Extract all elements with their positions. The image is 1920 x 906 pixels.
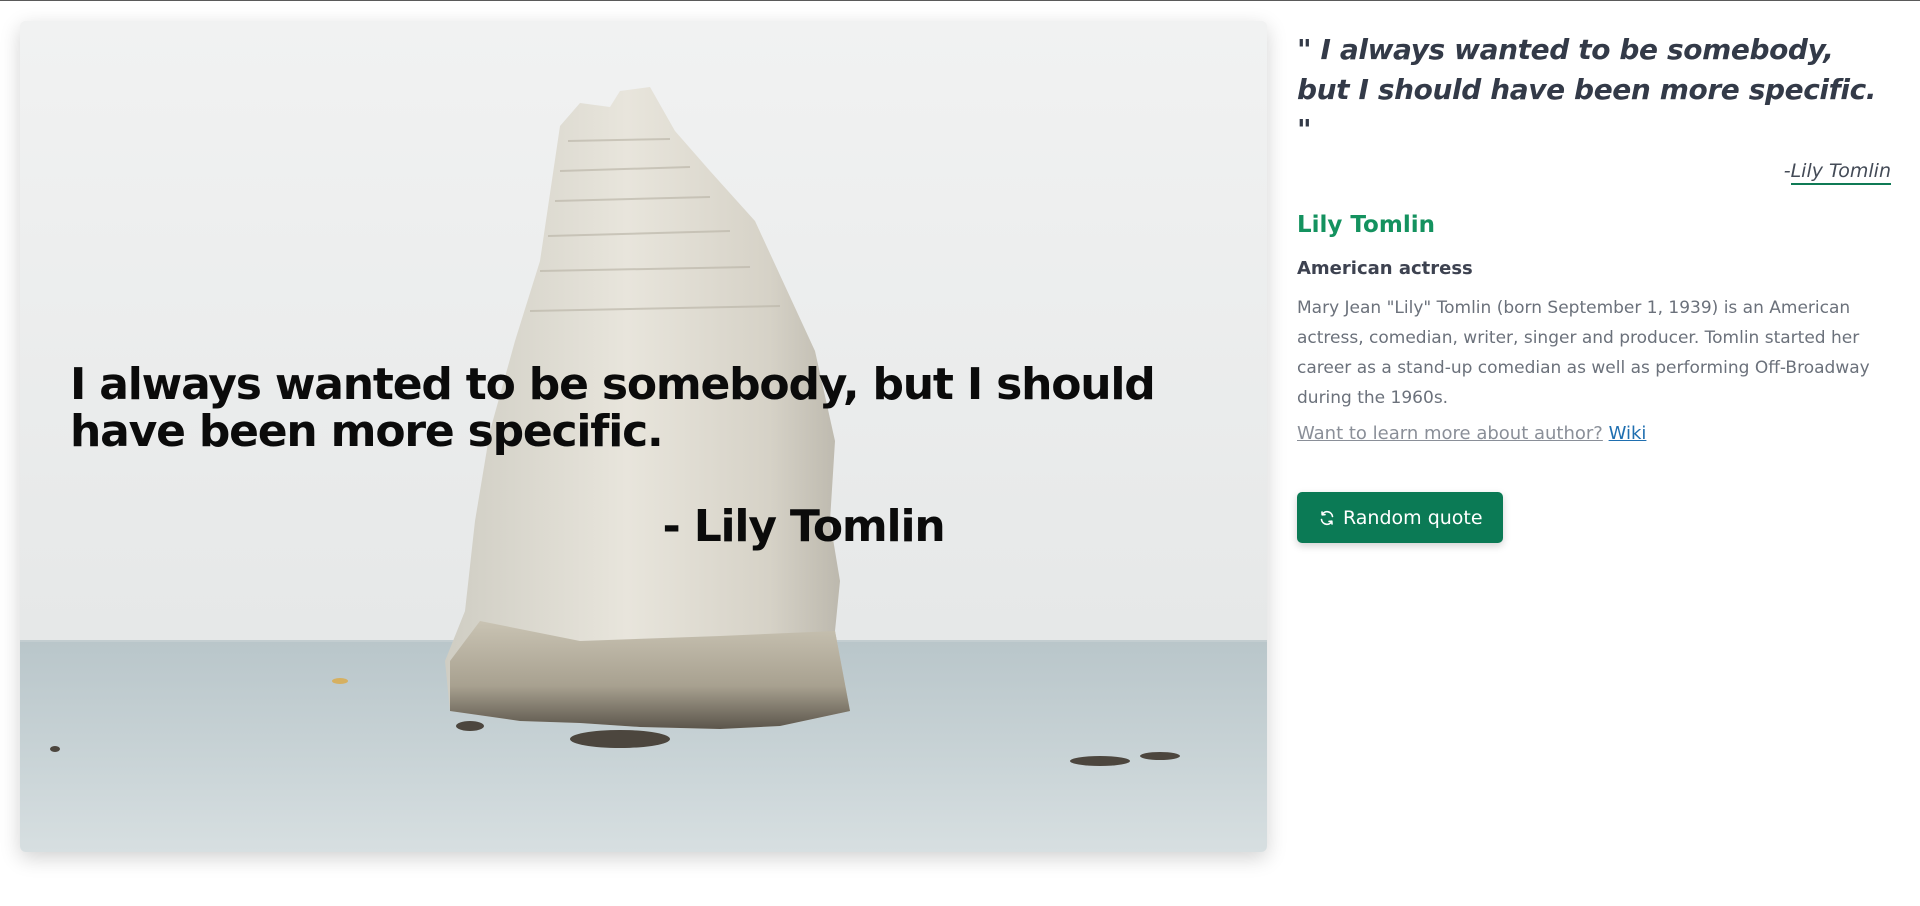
author-name-heading: Lily Tomlin bbox=[1297, 212, 1435, 238]
random-quote-button[interactable]: Random quote bbox=[1297, 492, 1503, 543]
wiki-link[interactable]: Wiki bbox=[1609, 423, 1647, 444]
image-quote-author: - Lily Tomlin bbox=[662, 501, 946, 552]
learn-more-prompt: Want to learn more about author? bbox=[1297, 423, 1603, 444]
quote-attribution: -Lily Tomlin bbox=[1297, 160, 1891, 185]
attribution-author-name: Lily Tomlin bbox=[1790, 160, 1891, 185]
image-quote-text: I always wanted to be somebody, but I sh… bbox=[70, 359, 1156, 457]
author-role: American actress bbox=[1297, 258, 1473, 279]
refresh-icon bbox=[1319, 510, 1335, 526]
top-border bbox=[0, 0, 1920, 1]
author-bio: Mary Jean "Lily" Tomlin (born September … bbox=[1297, 298, 1870, 408]
quote-details-panel: " I always wanted to be somebody, but I … bbox=[1297, 30, 1891, 543]
learn-more-line: Want to learn more about author? Wiki bbox=[1297, 423, 1891, 444]
attribution-dash: - bbox=[1783, 160, 1791, 182]
quote-text: " I always wanted to be somebody, but I … bbox=[1297, 33, 1877, 146]
quote-image-card: I always wanted to be somebody, but I sh… bbox=[20, 21, 1267, 852]
random-quote-label: Random quote bbox=[1343, 506, 1483, 529]
